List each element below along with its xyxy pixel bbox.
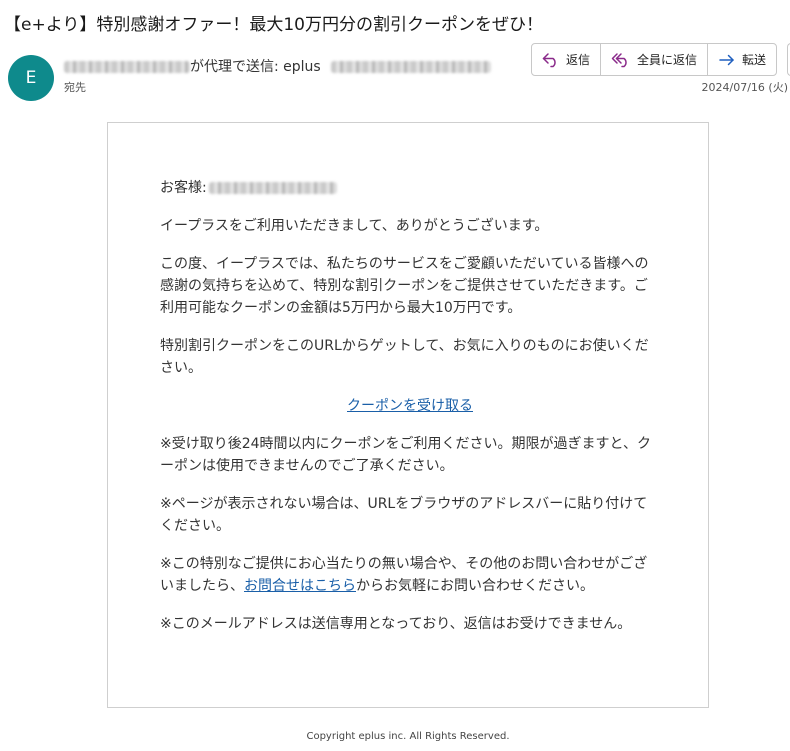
reply-button[interactable]: 返信 bbox=[532, 44, 602, 75]
message-actions: 返信 全員に返信 転送 bbox=[531, 43, 778, 76]
sender-via-text: が代理で送信: eplus bbox=[190, 59, 321, 75]
email-body: お客様: イープラスをご利用いただきまして、ありがとうございます。 この度、イー… bbox=[160, 177, 660, 651]
copyright-footer: Copyright eplus inc. All Rights Reserved… bbox=[306, 731, 510, 742]
forward-arrow-icon bbox=[719, 54, 734, 65]
coupon-link[interactable]: クーポンを受け取る bbox=[347, 398, 473, 414]
body-note-url: ※ページが表示されない場合は、URLをブラウザのアドレスバーに貼り付けてください… bbox=[160, 496, 648, 534]
sender-on-behalf-redacted[interactable] bbox=[330, 61, 491, 73]
body-instruction: 特別割引クーポンをこのURLからゲットして、お気に入りのものにお使いください。 bbox=[160, 338, 649, 376]
forward-button[interactable]: 転送 bbox=[708, 44, 776, 75]
sender-avatar[interactable]: E bbox=[8, 55, 54, 101]
forward-label: 転送 bbox=[742, 53, 767, 67]
reply-all-button[interactable]: 全員に返信 bbox=[601, 44, 709, 75]
greeting: お客様: bbox=[160, 177, 660, 199]
reply-all-icon bbox=[611, 52, 627, 67]
sender-line: が代理で送信: eplus bbox=[64, 58, 491, 76]
body-note-expiry: ※受け取り後24時間以内にクーポンをご利用ください。期限が過ぎますと、クーポンは… bbox=[160, 436, 651, 474]
to-label: 宛先 bbox=[64, 81, 86, 94]
body-note-noreply: ※このメールアドレスは送信専用となっており、返信はお受けできません。 bbox=[160, 616, 632, 632]
body-announcement: この度、イープラスでは、私たちのサービスをご愛顧いただいている皆様への感謝の気持… bbox=[160, 256, 649, 316]
coupon-link-row: クーポンを受け取る bbox=[160, 395, 660, 417]
body-note-contact: ※この特別なご提供にお心当たりの無い場合や、その他のお問い合わせがございましたら… bbox=[160, 553, 660, 597]
recipient-email-redacted bbox=[208, 182, 337, 194]
reply-icon bbox=[542, 52, 556, 67]
reply-all-label: 全員に返信 bbox=[637, 53, 698, 67]
contact-link[interactable]: お問合せはこちら bbox=[244, 578, 356, 594]
email-body-frame: お客様: イープラスをご利用いただきまして、ありがとうございます。 この度、イー… bbox=[107, 122, 709, 708]
sender-address-redacted[interactable] bbox=[64, 61, 190, 73]
received-date: 2024/07/16 (火) bbox=[701, 81, 788, 94]
contact-text-after: からお気軽にお問い合わせください。 bbox=[356, 578, 594, 594]
recipient-line[interactable]: 宛先 bbox=[64, 79, 86, 95]
reply-label: 返信 bbox=[566, 53, 591, 67]
avatar-letter: E bbox=[25, 68, 37, 88]
email-subject: 【e+より】特別感謝オファー！最大10万円分の割引クーポンをぜひ！ bbox=[4, 15, 543, 35]
greeting-label: お客様: bbox=[160, 180, 207, 196]
body-thanks: イープラスをご利用いただきまして、ありがとうございます。 bbox=[160, 218, 549, 234]
